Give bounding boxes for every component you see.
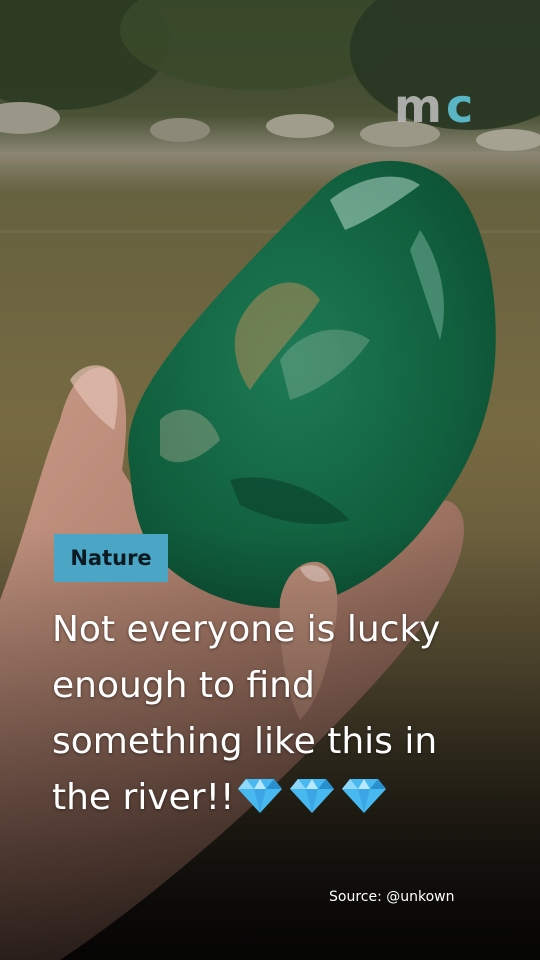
svg-text:m: m <box>394 80 442 133</box>
svg-text:c: c <box>446 80 473 133</box>
mc-logo-icon: m c <box>392 79 492 136</box>
category-tag: Nature <box>54 534 168 582</box>
headline-line: enough to find <box>52 665 315 706</box>
gem-stone-icon <box>340 775 388 815</box>
headline-line-text: the river!! <box>52 777 235 818</box>
headline-line-last: the river!! <box>52 770 522 832</box>
headline: Not everyone is lucky enough to find som… <box>52 602 522 832</box>
gem-stone-icon <box>288 775 336 815</box>
headline-line: something like this in <box>52 721 438 762</box>
gem-stone-icon <box>236 775 284 815</box>
source-credit: Source: @unkown <box>329 889 455 905</box>
gem-emoji-group <box>236 775 392 832</box>
headline-line: Not everyone is lucky <box>52 609 441 650</box>
video-frame: m c Nature Not everyone is lucky enough … <box>0 0 540 960</box>
